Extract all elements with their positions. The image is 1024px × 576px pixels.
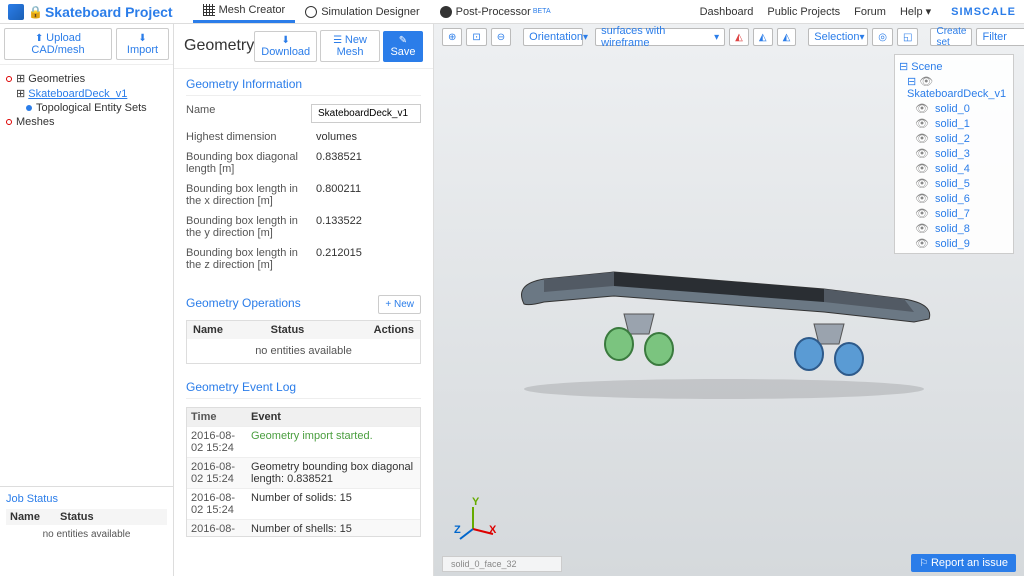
event-log-title: Geometry Event Log (186, 380, 421, 399)
scene-solid[interactable]: 👁 solid_4 (899, 161, 1009, 176)
job-status-title: Job Status (6, 493, 167, 505)
select-all-button[interactable]: ◱ (897, 28, 918, 46)
scene-root[interactable]: ⊟ Scene (899, 59, 1009, 74)
tree-geometries[interactable]: ⊞ Geometries (6, 71, 167, 86)
tree-geom-item[interactable]: ⊞ SkateboardDeck_v1 (6, 86, 167, 101)
selection-dropdown[interactable]: Selection ▾ (808, 28, 868, 46)
shade-3-button[interactable]: ◭ (777, 28, 797, 46)
new-mesh-button[interactable]: ☰ New Mesh (320, 30, 380, 62)
model-render (484, 224, 964, 404)
orientation-dropdown[interactable]: Orientation ▾ (523, 28, 583, 46)
brand: SIMSCALE (951, 6, 1016, 18)
axes-gizmo: Y X Z (454, 496, 504, 546)
app-logo (8, 4, 24, 20)
geo-info-title: Geometry Information (186, 77, 421, 96)
scene-solid[interactable]: 👁 solid_7 (899, 206, 1009, 221)
scene-solid[interactable]: 👁 solid_3 (899, 146, 1009, 161)
new-operation-button[interactable]: + New (378, 295, 421, 314)
zoom-out-button[interactable]: ⊖ (491, 28, 511, 46)
shade-2-button[interactable]: ◭ (753, 28, 773, 46)
hover-status: solid_0_face_32 (442, 556, 562, 572)
scene-solid[interactable]: 👁 solid_6 (899, 191, 1009, 206)
scene-solid[interactable]: 👁 solid_1 (899, 116, 1009, 131)
tree-topo[interactable]: Topological Entity Sets (6, 101, 167, 115)
link-help[interactable]: Help ▾ (900, 5, 931, 18)
upload-cad-button[interactable]: ⬆ Upload CAD/mesh (4, 28, 112, 60)
log-row: 2016-08-02 15:24Geometry bounding box di… (187, 457, 420, 488)
panel-title: Geometry (184, 37, 254, 55)
zoom-in-button[interactable]: ⊕ (442, 28, 462, 46)
filter-dropdown[interactable]: Filter ▾ (976, 28, 1024, 46)
scene-solid[interactable]: 👁 solid_5 (899, 176, 1009, 191)
geometry-name-input[interactable] (311, 104, 421, 123)
tab-simulation-designer[interactable]: Simulation Designer (295, 2, 429, 22)
beta-badge: BETA (533, 8, 551, 15)
event-log[interactable]: TimeEvent 2016-08-02 15:24Geometry impor… (186, 407, 421, 537)
log-row: 2016-08-02 15:24Number of shells: 15 (187, 519, 420, 537)
tab-post-processor[interactable]: Post-ProcessorBETA (430, 2, 561, 22)
save-button[interactable]: ✎ Save (383, 31, 423, 62)
scene-solid[interactable]: 👁 solid_0 (899, 101, 1009, 116)
nav-tree: ⊞ Geometries ⊞ SkateboardDeck_v1 Topolog… (0, 65, 173, 486)
properties-panel: Geometry ⬇ Download ☰ New Mesh ✎ Save Ge… (174, 24, 434, 576)
render-mode-dropdown[interactable]: surfaces with wireframe ▾ (595, 28, 725, 46)
zoom-fit-button[interactable]: ⊡ (466, 28, 486, 46)
select-target-button[interactable]: ◎ (872, 28, 893, 46)
link-dashboard[interactable]: Dashboard (700, 6, 754, 18)
lock-icon: 🔒 (28, 5, 43, 19)
geo-ops-title: Geometry Operations (186, 296, 378, 314)
scene-geom[interactable]: ⊟ 👁SkateboardDeck_v1 (899, 74, 1009, 101)
top-bar: 🔒 Skateboard Project Mesh Creator Simula… (0, 0, 1024, 24)
create-set-button[interactable]: Create set (930, 28, 972, 46)
viewport-toolbar: ⊕ ⊡ ⊖ Orientation ▾ surfaces with wirefr… (442, 28, 1016, 46)
link-forum[interactable]: Forum (854, 6, 886, 18)
tree-meshes[interactable]: Meshes (6, 115, 167, 129)
job-empty: no entities available (6, 525, 167, 544)
report-issue-button[interactable]: ⚐ Report an issue (911, 554, 1016, 572)
log-row: 2016-08-02 15:24Number of solids: 15 (187, 488, 420, 519)
import-button[interactable]: ⬇ Import (116, 28, 169, 60)
tab-mesh-creator[interactable]: Mesh Creator (193, 0, 296, 23)
shade-1-button[interactable]: ◭ (729, 28, 749, 46)
left-panel: ⬆ Upload CAD/mesh ⬇ Import ⊞ Geometries … (0, 24, 174, 576)
job-status-panel: Job Status NameStatus no entities availa… (0, 486, 173, 576)
log-row: 2016-08-02 15:24Geometry import started. (187, 426, 420, 457)
project-title: Skateboard Project (45, 4, 173, 20)
scene-solid[interactable]: 👁 solid_2 (899, 131, 1009, 146)
download-button[interactable]: ⬇ Download (254, 31, 317, 62)
link-public-projects[interactable]: Public Projects (767, 6, 840, 18)
3d-viewport[interactable]: ⊕ ⊡ ⊖ Orientation ▾ surfaces with wirefr… (434, 24, 1024, 576)
